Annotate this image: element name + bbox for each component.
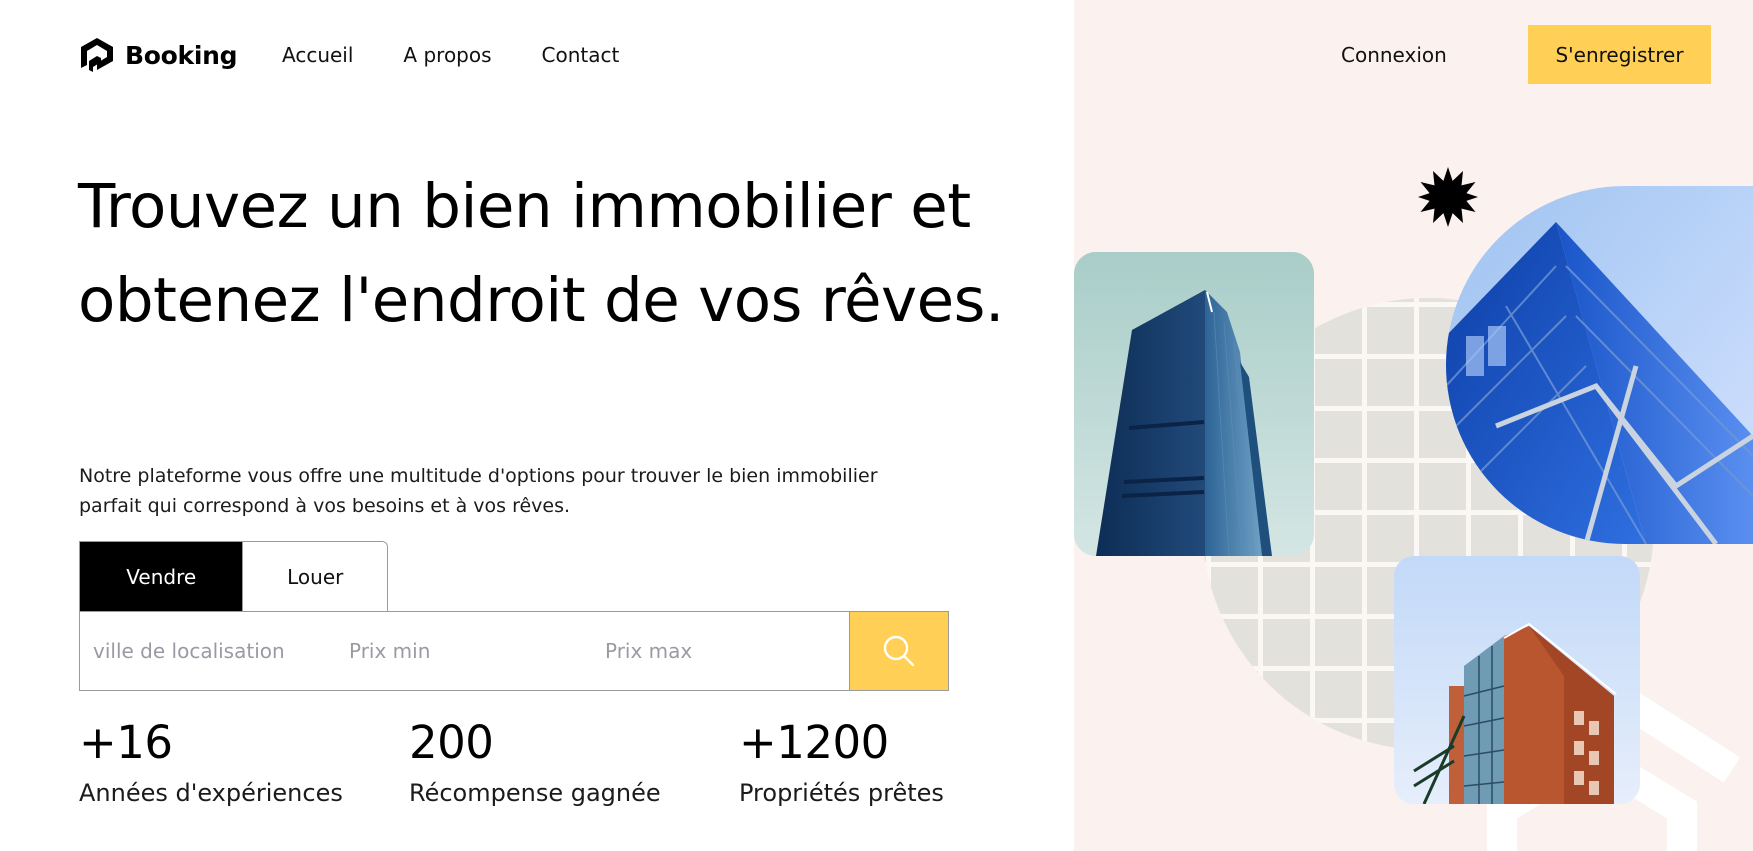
login-link[interactable]: Connexion <box>1341 43 1447 67</box>
search-bar <box>79 611 949 691</box>
logo[interactable]: Booking <box>78 36 238 74</box>
search-button[interactable] <box>849 611 949 691</box>
page: Booking Accueil A propos Contact Connexi… <box>0 0 1753 851</box>
main-nav: Accueil A propos Contact <box>282 43 619 67</box>
stat-experience: +16 Années d'expériences <box>79 716 343 811</box>
logo-icon <box>81 38 113 72</box>
tower-building-image <box>1074 252 1314 556</box>
max-price-input[interactable] <box>592 612 848 690</box>
brick-building-image <box>1394 556 1640 804</box>
register-button[interactable]: S'enregistrer <box>1528 25 1711 84</box>
nav-link-contact[interactable]: Contact <box>542 43 620 67</box>
stat-label: Années d'expériences <box>79 779 343 807</box>
hero-title: Trouvez un bien immobilier et obtenez l'… <box>78 171 1004 336</box>
nav-link-a-propos[interactable]: A propos <box>403 43 491 67</box>
stat-value: +16 <box>79 716 173 769</box>
search-tabs: Vendre Louer <box>79 541 388 612</box>
stat-awards: 200 Récompense gagnée <box>409 716 661 811</box>
logo-text: Booking <box>125 40 238 70</box>
city-input[interactable] <box>80 612 336 690</box>
stat-value: 200 <box>409 716 494 769</box>
stat-value: +1200 <box>739 716 889 769</box>
tab-vendre[interactable]: Vendre <box>80 542 243 612</box>
stat-label: Récompense gagnée <box>409 779 661 807</box>
hero-description: Notre plateforme vous offre une multitud… <box>79 465 878 517</box>
stat-properties: +1200 Propriétés prêtes <box>739 716 944 811</box>
stat-label: Propriétés prêtes <box>739 779 944 807</box>
starburst-decoration <box>1418 167 1478 227</box>
search-icon <box>883 635 915 667</box>
tab-louer[interactable]: Louer <box>242 542 387 612</box>
min-price-input[interactable] <box>336 612 592 690</box>
nav-link-accueil[interactable]: Accueil <box>282 43 353 67</box>
